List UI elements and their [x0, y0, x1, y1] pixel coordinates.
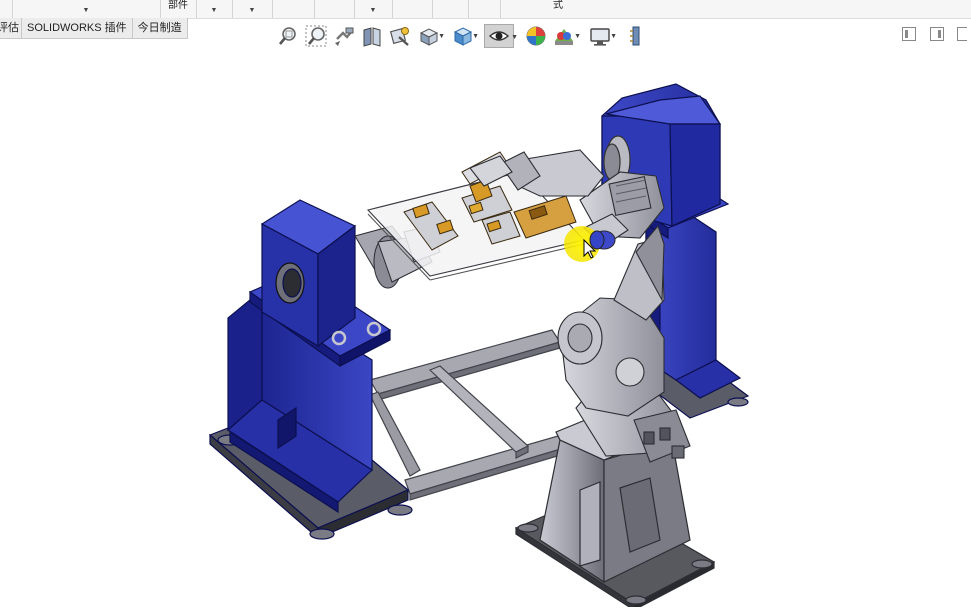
tab-label: SOLIDWORKS 插件 [27, 22, 127, 34]
viewport-split-left-icon[interactable] [902, 27, 916, 41]
viewport-maximize-icon[interactable] [957, 27, 967, 41]
assembly-model[interactable] [0, 42, 971, 612]
tab-evaluate[interactable]: 评估 [0, 18, 22, 39]
command-manager-strip: ▼ 部件 ▼ ▼ ▼ 式 [0, 0, 971, 19]
command-group-2[interactable]: ▼ [196, 0, 233, 18]
command-manager-tabs: 评估 SOLIDWORKS 插件 今日制造 [0, 18, 188, 39]
command-group-6[interactable]: ▼ [354, 0, 393, 18]
chevron-down-icon[interactable]: ▼ [610, 33, 617, 40]
graphics-area[interactable] [0, 42, 971, 612]
chevron-down-icon[interactable]: ▼ [438, 33, 445, 40]
command-group-1[interactable]: ▼ [12, 0, 161, 18]
command-group-mode[interactable]: 式 [500, 0, 620, 18]
chevron-down-icon[interactable]: ▼ [472, 33, 479, 40]
tab-make-today[interactable]: 今日制造 [131, 18, 188, 39]
chevron-down-icon[interactable]: ▼ [83, 4, 90, 18]
command-group-7[interactable] [392, 0, 433, 18]
chevron-down-icon[interactable]: ▼ [370, 4, 377, 18]
chevron-down-icon[interactable]: ▼ [211, 4, 218, 18]
mouse-pointer-highlight [564, 226, 605, 262]
viewport-split-right-icon[interactable] [930, 27, 944, 41]
chevron-down-icon[interactable]: ▼ [574, 33, 581, 40]
tab-solidworks-addins[interactable]: SOLIDWORKS 插件 [21, 18, 133, 39]
command-group-5[interactable] [314, 0, 355, 18]
command-group-parts[interactable]: 部件 [160, 0, 197, 18]
command-group-8[interactable] [432, 0, 469, 18]
chevron-down-icon[interactable]: ▼ [249, 4, 256, 18]
command-label-parts: 部件 [168, 0, 188, 11]
base-frame[interactable] [369, 329, 565, 501]
tab-label: 今日制造 [137, 22, 182, 34]
tab-label: 评估 [0, 22, 19, 34]
command-group-3[interactable]: ▼ [232, 0, 273, 18]
command-group-4[interactable] [272, 0, 315, 18]
chevron-down-icon[interactable]: ▼ [511, 34, 518, 41]
command-group-9[interactable] [468, 0, 501, 18]
command-label-mode: 式 [553, 0, 563, 11]
